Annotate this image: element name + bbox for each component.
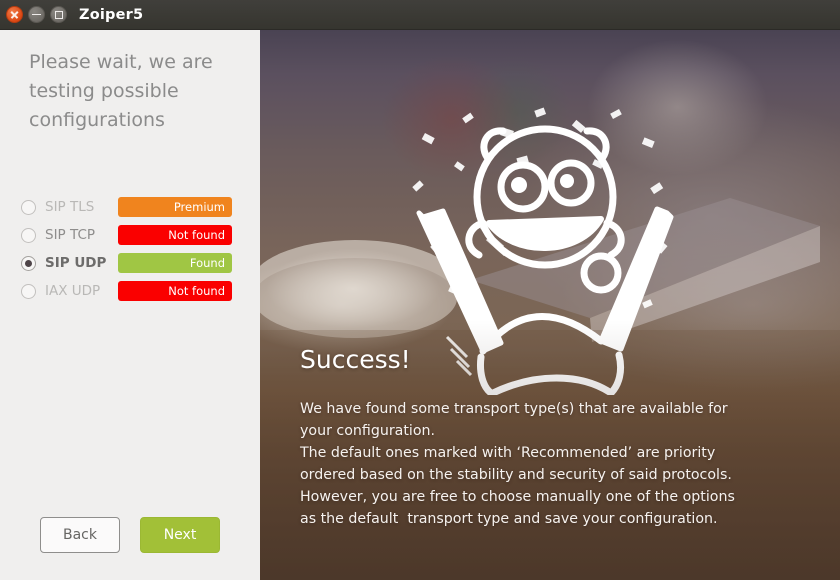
- status-badge-iax-udp: Not found: [118, 281, 232, 301]
- minimize-icon: [32, 13, 41, 16]
- zoiper-wizard-window: Zoiper5 Please wait, we are testing poss…: [0, 0, 840, 580]
- radio-sip-tcp[interactable]: [21, 227, 36, 243]
- close-button[interactable]: [6, 6, 23, 23]
- status-badge-sip-tcp: Not found: [118, 225, 232, 245]
- page-title: Please wait, we are testing possible con…: [29, 51, 213, 131]
- back-button[interactable]: Back: [40, 517, 120, 553]
- title-bar: Zoiper5: [0, 0, 840, 30]
- option-row-sip-tls[interactable]: SIP TLS Premium: [0, 193, 260, 221]
- window-controls: [6, 6, 67, 23]
- option-row-iax-udp[interactable]: IAX UDP Not found: [0, 277, 260, 305]
- wizard-footer: Back Next: [0, 517, 260, 553]
- maximize-icon: [54, 10, 63, 19]
- left-panel: Please wait, we are testing possible con…: [0, 30, 260, 580]
- success-title: Success!: [300, 345, 411, 374]
- option-label-iax-udp: IAX UDP: [45, 283, 101, 299]
- radio-sip-tls[interactable]: [21, 199, 36, 215]
- option-row-sip-udp[interactable]: SIP UDP Found: [0, 249, 260, 277]
- status-badge-sip-tls: Premium: [118, 197, 232, 217]
- minimize-button[interactable]: [28, 6, 45, 23]
- close-icon: [10, 10, 19, 19]
- next-button[interactable]: Next: [140, 517, 220, 553]
- success-description: We have found some transport type(s) tha…: [300, 401, 735, 527]
- option-label-sip-tcp: SIP TCP: [45, 227, 96, 243]
- option-row-sip-tcp[interactable]: SIP TCP Not found: [0, 221, 260, 249]
- transport-options-list: SIP TLS Premium SIP TCP Not found SIP UD…: [0, 193, 260, 305]
- option-label-sip-tls: SIP TLS: [45, 199, 95, 215]
- radio-sip-udp[interactable]: [21, 255, 36, 271]
- window-title: Zoiper5: [79, 6, 144, 23]
- maximize-button[interactable]: [50, 6, 67, 23]
- status-badge-sip-udp: Found: [118, 253, 232, 273]
- radio-iax-udp[interactable]: [21, 283, 36, 299]
- right-panel: Success! We have found some transport ty…: [260, 30, 840, 580]
- option-label-sip-udp: SIP UDP: [45, 255, 107, 271]
